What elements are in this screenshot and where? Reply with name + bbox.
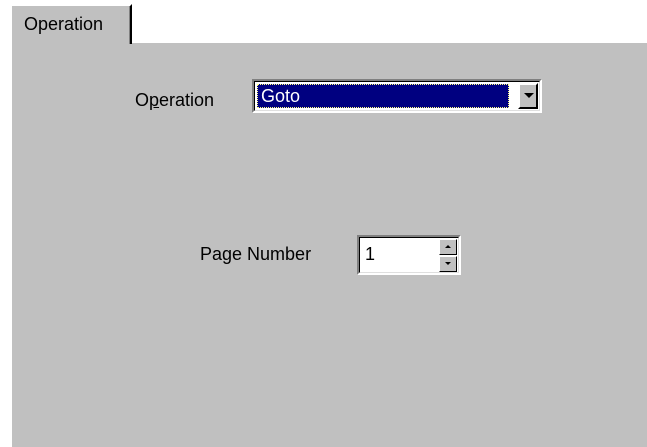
arrow-up-icon [445, 245, 451, 248]
tab-panel: Operation Goto Page Number 1 [10, 43, 647, 447]
page-number-stepper-frame: 1 [359, 237, 459, 273]
operation-dropdown-value[interactable]: Goto [257, 84, 509, 108]
page-number-input[interactable]: 1 [365, 244, 375, 265]
operation-label-part: eration [159, 90, 215, 110]
dropdown-button[interactable] [518, 83, 538, 109]
spin-down-button[interactable] [439, 256, 457, 272]
tab-operation-label: Operation [24, 14, 104, 34]
page-number-stepper[interactable]: 1 [357, 235, 461, 275]
tab-operation[interactable]: Operation [10, 4, 132, 44]
spin-up-button[interactable] [439, 239, 457, 255]
operation-label: Operation [135, 90, 214, 111]
tab-edge [129, 6, 130, 44]
chevron-down-icon [524, 93, 534, 98]
operation-dropdown[interactable]: Goto [252, 79, 542, 113]
operation-label-accelerator: p [149, 90, 160, 110]
arrow-down-icon [445, 262, 451, 265]
dialog-root: Operation Operation Goto Page Number 1 [0, 0, 647, 447]
operation-label-part: O [135, 90, 150, 110]
page-number-label: Page Number [200, 244, 312, 264]
operation-dropdown-frame: Goto [254, 81, 540, 111]
